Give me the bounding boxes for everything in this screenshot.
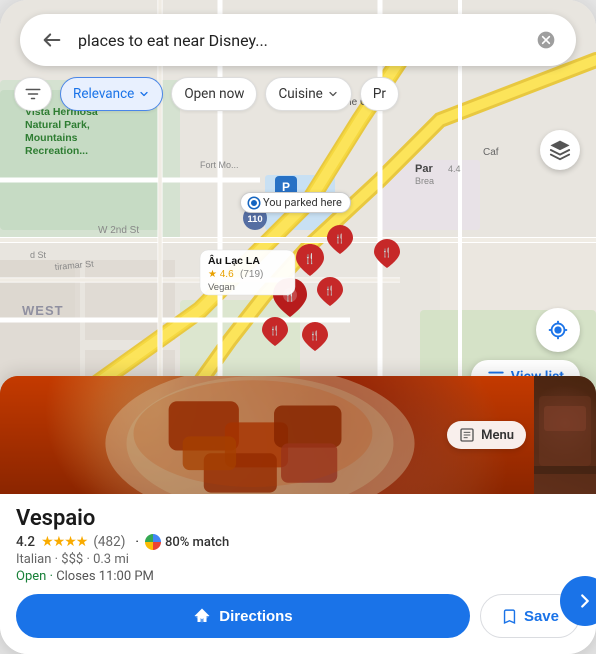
parked-here-label: You parked here: [240, 192, 351, 213]
match-separator: ·: [135, 534, 139, 550]
svg-text:WEST: WEST: [22, 303, 64, 318]
restaurant-card: Menu Vespaio 4.2 ★★★★ (482) · 80% match …: [0, 376, 596, 654]
svg-text:d St: d St: [30, 250, 47, 260]
price-range: $$$: [61, 552, 83, 567]
match-percent: 80% match: [165, 535, 229, 550]
svg-text:Fort Mo...: Fort Mo...: [200, 160, 239, 170]
filter-icon-button[interactable]: [14, 77, 52, 111]
side-image: [534, 376, 596, 494]
directions-button[interactable]: Directions: [16, 594, 470, 638]
svg-text:Recreation...: Recreation...: [25, 145, 88, 157]
layers-button[interactable]: [540, 130, 580, 170]
svg-text:W 2nd St: W 2nd St: [98, 225, 139, 236]
svg-text:Brea: Brea: [415, 176, 434, 186]
review-count: (482): [93, 534, 125, 550]
svg-text:Par: Par: [415, 163, 433, 175]
open-status: Open: [16, 569, 46, 584]
phone-frame: W 2nd St tiramar St d St Fort Mo... 110 …: [0, 0, 596, 654]
svg-text:🍴: 🍴: [334, 233, 345, 245]
cuisine-filter[interactable]: Cuisine: [265, 77, 351, 111]
svg-text:🍴: 🍴: [269, 325, 280, 337]
open-now-label: Open now: [184, 86, 244, 102]
close-time: Closes 11:00 PM: [56, 569, 154, 584]
stars: ★★★★: [41, 534, 87, 550]
filter-bar: Relevance Open now Cuisine Pr: [0, 74, 596, 114]
directions-label: Directions: [219, 608, 292, 625]
relevance-filter[interactable]: Relevance: [60, 77, 163, 111]
cuisine-label: Cuisine: [278, 86, 322, 102]
svg-text:🍴: 🍴: [309, 330, 320, 342]
svg-text:★ 4.6: ★ 4.6: [208, 269, 234, 280]
svg-text:🍴: 🍴: [324, 285, 335, 297]
clear-button[interactable]: [532, 26, 560, 54]
search-bar: places to eat near Disney...: [20, 14, 576, 66]
svg-text:Vegan: Vegan: [208, 282, 235, 293]
svg-text:🍴: 🍴: [381, 247, 392, 259]
svg-text:Âu Lạc LA: Âu Lạc LA: [208, 254, 260, 267]
card-info: Vespaio 4.2 ★★★★ (482) · 80% match Itali…: [0, 494, 596, 584]
back-button[interactable]: [36, 24, 68, 56]
price-label: Pr: [373, 86, 386, 102]
svg-text:Natural Park,: Natural Park,: [25, 119, 90, 131]
distance: 0.3 mi: [93, 552, 129, 567]
rating-row: 4.2 ★★★★ (482) · 80% match: [16, 534, 580, 550]
svg-text:(719): (719): [240, 269, 263, 280]
restaurant-name: Vespaio: [16, 506, 580, 531]
search-query[interactable]: places to eat near Disney...: [68, 31, 532, 50]
menu-label: Menu: [481, 428, 514, 443]
open-now-filter[interactable]: Open now: [171, 77, 257, 111]
relevance-label: Relevance: [73, 86, 134, 102]
price-filter[interactable]: Pr: [360, 77, 399, 111]
parked-text: You parked here: [263, 196, 342, 209]
locate-button[interactable]: [536, 308, 580, 352]
card-actions: Directions Save: [0, 594, 596, 654]
menu-badge[interactable]: Menu: [447, 421, 526, 449]
svg-text:🍴: 🍴: [304, 252, 316, 265]
svg-text:Caf: Caf: [483, 147, 499, 158]
card-images: Menu: [0, 376, 596, 494]
cuisine-type: Italian: [16, 552, 51, 567]
svg-text:110: 110: [247, 214, 262, 225]
svg-text:Mountains: Mountains: [25, 132, 78, 144]
save-label: Save: [524, 608, 559, 625]
parked-dot: [249, 198, 259, 208]
svg-text:4.4: 4.4: [448, 164, 461, 174]
card-details: Italian · $$$ · 0.3 mi: [16, 552, 580, 567]
google-circle-icon: [145, 534, 161, 550]
match-badge: 80% match: [145, 534, 229, 550]
card-hours: Open · Closes 11:00 PM: [16, 569, 580, 584]
rating-number: 4.2: [16, 534, 35, 550]
